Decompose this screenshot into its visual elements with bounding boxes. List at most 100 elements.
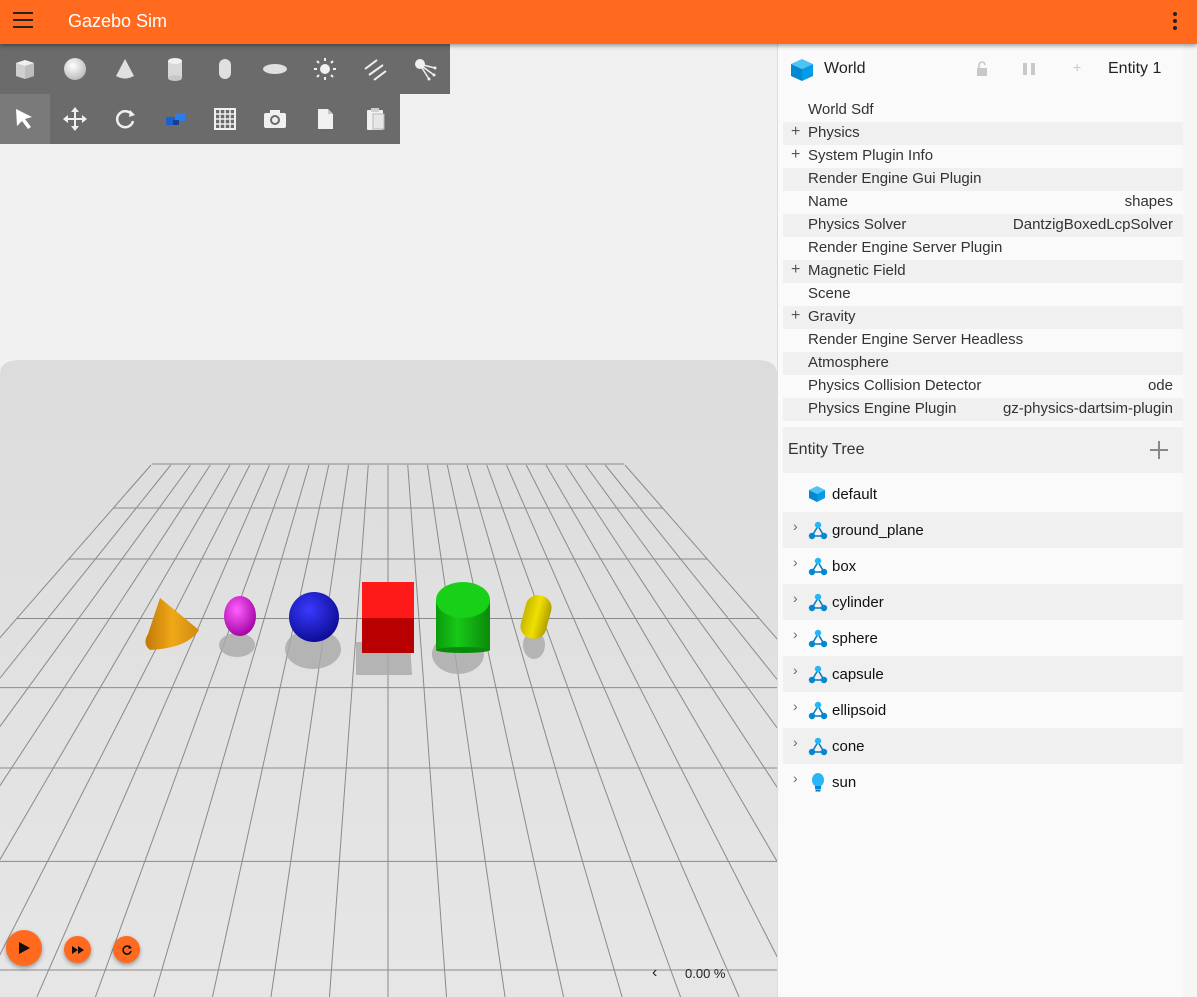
box-icon [16,60,34,79]
copy-icon [318,109,333,129]
paste-icon [367,108,385,130]
entity-tree-item[interactable]: › cylinder [783,584,1183,620]
add-component-icon[interactable]: + [1073,59,1081,75]
grid-config-button[interactable] [200,94,250,144]
box-model[interactable] [362,582,414,653]
transform-control-icon [166,113,185,125]
model-icon [808,593,828,612]
lock-icon[interactable] [973,60,991,78]
directional-light-button[interactable] [350,44,400,94]
sphere-icon [64,58,86,80]
step-button[interactable] [64,936,91,963]
expand-plus-icon[interactable]: + [791,123,800,141]
component-row[interactable]: Render Engine Server Plugin [783,237,1183,260]
app-bar: Gazebo Sim [0,0,1197,44]
expand-plus-icon[interactable]: + [791,307,800,325]
component-row[interactable]: + Physics [783,122,1183,145]
entity-tree-item[interactable]: › cone [783,728,1183,764]
select-tool-button[interactable] [0,94,50,144]
directional-light-icon [364,59,387,81]
component-row[interactable]: Physics Collision Detector ode [783,375,1183,398]
ellipsoid-model[interactable] [224,596,256,636]
transform-control-button[interactable] [150,94,200,144]
component-row[interactable]: Render Engine Gui Plugin [783,168,1183,191]
grid-icon [214,108,236,130]
pause-icon[interactable] [1021,61,1039,77]
scene-viewport[interactable]: ‹ 0.00 % [0,44,777,997]
expand-chevron-icon[interactable]: › [793,554,798,570]
panel-scrollbar[interactable] [1183,44,1197,997]
model-icon [808,701,828,720]
add-entity-icon[interactable] [1147,438,1171,462]
translate-icon [63,107,87,131]
component-row[interactable]: Atmosphere [783,352,1183,375]
copy-button[interactable] [300,94,350,144]
point-light-button[interactable] [300,44,350,94]
play-button[interactable] [6,930,42,966]
sphere-model[interactable] [289,592,339,642]
tools-toolbar [0,94,400,144]
model-icon [808,737,828,756]
component-row[interactable]: Scene [783,283,1183,306]
cone-shape-button[interactable] [100,44,150,94]
entity-tree-item[interactable]: › sphere [783,620,1183,656]
component-row[interactable]: + Magnetic Field [783,260,1183,283]
fast-forward-icon [71,945,84,954]
component-row[interactable]: Render Engine Server Headless [783,329,1183,352]
expand-chevron-icon[interactable]: › [793,662,798,678]
sphere-shape-button[interactable] [50,44,100,94]
capsule-shape-button[interactable] [200,44,250,94]
ellipsoid-shape-button[interactable] [250,44,300,94]
entity-name: World [824,60,866,77]
entity-tree-item[interactable]: › capsule [783,656,1183,692]
model-icon [808,557,828,576]
model-icon [808,629,828,648]
box-shape-button[interactable] [0,44,50,94]
expand-chevron-icon[interactable]: › [793,518,798,534]
component-row[interactable]: + Gravity [783,306,1183,329]
expand-chevron-icon[interactable]: › [793,770,798,786]
entity-tree-item[interactable]: › ellipsoid [783,692,1183,728]
component-row[interactable]: World Sdf [783,99,1183,122]
component-row[interactable]: Physics Solver DantzigBoxedLcpSolver [783,214,1183,237]
expand-plus-icon[interactable]: + [791,261,800,279]
component-inspector-header: World + Entity 1 [783,44,1183,94]
more-options-icon[interactable] [1168,12,1182,32]
expand-chevron-icon[interactable]: › [793,626,798,642]
model-icon [808,665,828,684]
expand-chevron-icon[interactable]: › [793,698,798,714]
entity-tree-item[interactable]: › ground_plane [783,512,1183,548]
entity-tree-title: Entity Tree [788,441,865,458]
rotate-tool-button[interactable] [100,94,150,144]
component-list: World Sdf + Physics + System Plugin Info R… [783,99,1183,421]
expand-plus-icon[interactable]: + [791,146,800,164]
reset-icon [121,944,132,955]
entity-tree-item[interactable]: › sun [783,764,1183,800]
entity-tree-item[interactable]: › box [783,548,1183,584]
cone-icon [116,59,134,79]
component-row[interactable]: + System Plugin Info [783,145,1183,168]
paste-button[interactable] [350,94,400,144]
component-row[interactable]: Physics Engine Plugin gz-physics-dartsim-… [783,398,1183,421]
cylinder-shape-button[interactable] [150,44,200,94]
world-cube-icon [791,59,813,81]
app-title: Gazebo Sim [68,11,168,31]
screenshot-button[interactable] [250,94,300,144]
scene-3d[interactable] [0,44,777,997]
component-row[interactable]: Name shapes [783,191,1183,214]
reset-button[interactable] [113,936,140,963]
translate-tool-button[interactable] [50,94,100,144]
real-time-factor: 0.00 % [685,966,726,981]
rtf-expand-chevron[interactable]: ‹ [652,964,657,982]
ellipsoid-icon [263,64,287,74]
cylinder-model[interactable] [436,582,490,653]
sun-icon [314,58,336,80]
expand-chevron-icon[interactable]: › [793,590,798,606]
expand-chevron-icon[interactable]: › [793,734,798,750]
light-icon [812,773,824,792]
spot-light-button[interactable] [400,44,450,94]
shapes-toolbar [0,44,450,94]
menu-icon[interactable] [13,12,33,28]
entity-tree-item[interactable]: default [783,476,1183,512]
entity-id: Entity 1 [1108,60,1162,77]
